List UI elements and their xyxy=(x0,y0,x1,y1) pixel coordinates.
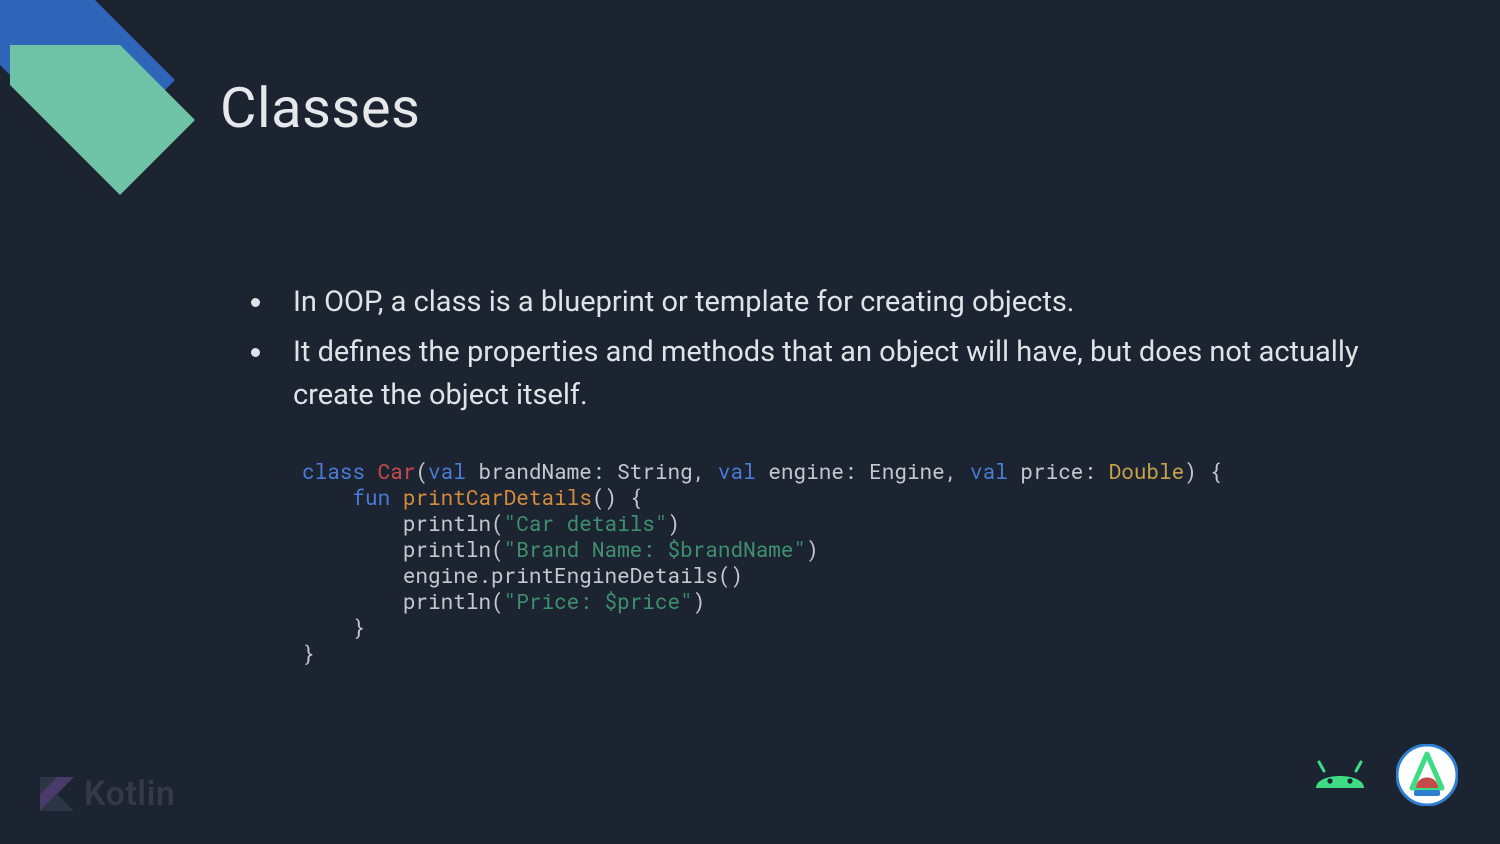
bullet-item: It defines the properties and methods th… xyxy=(275,331,1420,418)
code-text: ( xyxy=(415,457,428,485)
slide-title: Classes xyxy=(220,75,1420,141)
code-text: engine.printEngineDetails() xyxy=(403,561,743,589)
code-text xyxy=(302,535,403,563)
code-keyword: val xyxy=(718,457,756,485)
footer-right xyxy=(1312,744,1458,806)
code-text: } xyxy=(302,639,315,667)
kotlin-logo-text: Kotlin xyxy=(84,774,175,814)
code-function: printCarDetails xyxy=(403,483,592,511)
slide-content: Classes In OOP, a class is a blueprint o… xyxy=(220,75,1420,666)
code-text: ) xyxy=(667,509,680,537)
code-keyword: val xyxy=(970,457,1008,485)
bullet-item: In OOP, a class is a blueprint or templa… xyxy=(275,281,1420,325)
code-type: Double xyxy=(1109,457,1185,485)
code-keyword: val xyxy=(428,457,466,485)
code-text xyxy=(302,587,403,615)
code-classname: Car xyxy=(378,457,416,485)
code-string: "Brand Name: $brandName" xyxy=(504,535,806,563)
code-text: } xyxy=(302,613,365,641)
android-icon xyxy=(1312,758,1368,792)
code-text: () { xyxy=(592,483,642,511)
code-text: println( xyxy=(403,509,504,537)
kotlin-logo-icon xyxy=(40,777,74,811)
code-text xyxy=(302,509,403,537)
footer-left: Kotlin xyxy=(40,774,175,814)
code-text: println( xyxy=(403,587,504,615)
code-text: ) { xyxy=(1184,457,1222,485)
code-text: price: xyxy=(1008,457,1109,485)
code-text xyxy=(390,483,403,511)
code-text xyxy=(302,483,352,511)
code-text xyxy=(302,561,403,589)
droid-badge-icon xyxy=(1396,744,1458,806)
code-string: "Car details" xyxy=(504,509,668,537)
code-text: ) xyxy=(693,587,706,615)
code-keyword: fun xyxy=(352,483,390,511)
code-string: "Price: $price" xyxy=(504,587,693,615)
code-text: ) xyxy=(806,535,819,563)
bullet-list: In OOP, a class is a blueprint or templa… xyxy=(220,281,1420,418)
code-text: engine: Engine, xyxy=(756,457,970,485)
code-block: class Car(val brandName: String, val eng… xyxy=(302,458,1420,666)
code-text: brandName: String, xyxy=(466,457,718,485)
code-keyword: class xyxy=(302,457,365,485)
code-text: println( xyxy=(403,535,504,563)
